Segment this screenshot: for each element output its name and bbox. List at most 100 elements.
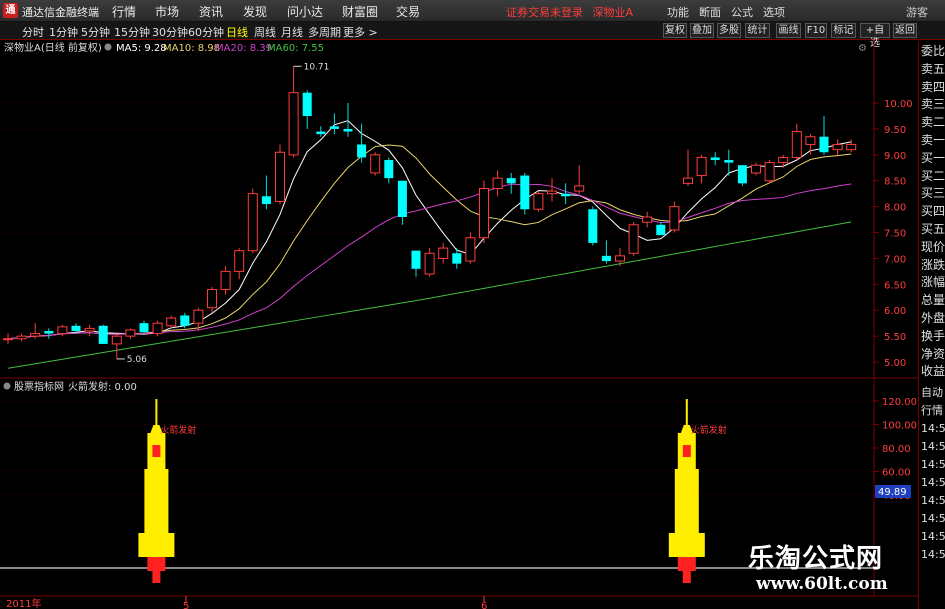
menu-wenxiaoda[interactable]: 问小达 xyxy=(287,3,323,20)
trade-item-5: 14:5 xyxy=(921,476,945,489)
quote-item-0[interactable]: 委比 xyxy=(921,44,945,58)
quote-item-9[interactable]: 买四 xyxy=(921,204,945,218)
period-more[interactable]: 更多 > xyxy=(343,24,378,40)
candle-body xyxy=(710,157,720,161)
menu-jiaoyi[interactable]: 交易 xyxy=(396,3,420,20)
menu-duanmian[interactable]: 断面 xyxy=(699,4,721,20)
stock-tab[interactable]: 深物业A xyxy=(593,6,634,19)
quote-item-5[interactable]: 卖一 xyxy=(921,133,945,147)
candle xyxy=(111,333,122,359)
period-5min[interactable]: 5分钟 xyxy=(81,24,110,40)
period-30min[interactable]: 30分钟 xyxy=(152,24,188,40)
period-1min[interactable]: 1分钟 xyxy=(49,24,78,40)
trade-item-7: 14:5 xyxy=(921,512,945,525)
period-weekly[interactable]: 周线 xyxy=(254,24,276,40)
rocket-lower-body xyxy=(674,495,699,533)
kline-chart-svg[interactable]: 深物业A(日线 前复权) MA5: 9.28 MA10: 8.98 MA20: … xyxy=(0,41,918,609)
menu-caifuquan[interactable]: 财富圈 xyxy=(342,3,378,20)
menu-hangqing[interactable]: 行情 xyxy=(112,3,136,20)
price-tick-label: 6.50 xyxy=(884,280,906,291)
back-button[interactable]: 返回 xyxy=(893,23,917,38)
period-daily[interactable]: 日线 xyxy=(226,24,248,40)
candle xyxy=(805,134,816,155)
period-monthly[interactable]: 月线 xyxy=(281,24,303,40)
rocket-fins xyxy=(138,533,175,557)
rocket-flame xyxy=(152,571,161,583)
quote-item-12[interactable]: 涨跌 xyxy=(921,258,945,272)
period-60min[interactable]: 60分钟 xyxy=(188,24,224,40)
menu-gongneng[interactable]: 功能 xyxy=(667,4,689,20)
trade-item-0[interactable]: 自动 xyxy=(921,386,943,400)
user-label[interactable]: 游客 xyxy=(906,4,928,20)
price-tick-label: 9.50 xyxy=(884,125,906,136)
ma5-label: MA5: 9.28 xyxy=(116,43,167,54)
quote-item-8[interactable]: 买三 xyxy=(921,186,945,200)
rocket-signal: 火箭发射 xyxy=(138,399,196,583)
candle-body xyxy=(615,255,625,262)
quote-item-10[interactable]: 买五 xyxy=(921,222,945,236)
price-tick-label: 10.00 xyxy=(884,99,913,110)
quote-item-4[interactable]: 卖二 xyxy=(921,115,945,129)
indicator-tick-label: 60.00 xyxy=(882,468,911,479)
quote-item-13[interactable]: 涨幅 xyxy=(921,275,945,289)
quote-item-16[interactable]: 换手 xyxy=(921,329,945,343)
candle-body xyxy=(737,165,747,184)
candle-body xyxy=(125,329,136,337)
quote-item-6[interactable]: 买一 xyxy=(921,151,945,165)
candle-body xyxy=(343,128,353,132)
rocket-window xyxy=(682,445,691,457)
period-fenshi[interactable]: 分时 xyxy=(22,24,44,40)
huaxian-button[interactable]: 画线 xyxy=(776,23,801,38)
candle xyxy=(764,160,775,184)
indicator-tick-label: 120.00 xyxy=(882,397,917,408)
candle-body xyxy=(329,126,339,129)
candle-body xyxy=(357,144,367,158)
duogu-button[interactable]: 多股 xyxy=(717,23,741,38)
f10-button[interactable]: F10 xyxy=(805,23,827,38)
candle-body xyxy=(288,92,299,156)
candle-body xyxy=(397,180,407,217)
rocket-signal: 火箭发射 xyxy=(668,399,727,583)
quote-item-3[interactable]: 卖三 xyxy=(921,97,945,111)
candle-body xyxy=(492,177,503,190)
price-tick-label: 9.00 xyxy=(884,151,906,162)
gear-icon[interactable]: ⚙ xyxy=(858,43,867,54)
quote-item-18[interactable]: 收益 xyxy=(921,364,945,378)
tongji-button[interactable]: 统计 xyxy=(745,23,770,38)
chart-area[interactable]: 深物业A(日线 前复权) MA5: 9.28 MA10: 8.98 MA20: … xyxy=(0,41,918,609)
menu-faxian[interactable]: 发现 xyxy=(243,3,267,20)
candle-body xyxy=(384,160,394,179)
candle-body xyxy=(547,190,557,195)
time-label-june: 6 xyxy=(481,601,487,609)
menu-xuanxiang[interactable]: 选项 xyxy=(763,4,785,20)
add-watchlist-button[interactable]: +自选 xyxy=(860,23,890,49)
quote-item-11[interactable]: 现价 xyxy=(921,240,945,254)
candle-body xyxy=(152,322,163,335)
menu-zixun[interactable]: 资讯 xyxy=(199,3,223,20)
trade-item-1[interactable]: 行情 xyxy=(921,404,943,418)
indicator-toggle-icon[interactable] xyxy=(3,382,11,390)
period-multi[interactable]: 多周期 xyxy=(308,24,341,40)
fuquan-button[interactable]: 复权 xyxy=(663,23,687,38)
quote-item-1[interactable]: 卖五 xyxy=(921,62,945,76)
ma-toggle-icon[interactable] xyxy=(104,43,112,51)
candle xyxy=(424,248,435,277)
quote-item-2[interactable]: 卖四 xyxy=(921,80,945,94)
candle-body xyxy=(533,193,544,210)
menu-gongshi[interactable]: 公式 xyxy=(731,4,753,20)
candle-body xyxy=(506,178,516,184)
quote-item-17[interactable]: 净资 xyxy=(921,347,945,361)
rocket-window xyxy=(152,445,161,457)
biaoji-button[interactable]: 标记 xyxy=(831,23,856,38)
candle xyxy=(30,323,41,339)
login-notice[interactable]: 证券交易未登录 深物业A xyxy=(506,4,633,20)
quote-item-14[interactable]: 总量 xyxy=(921,293,945,307)
price-tick-label: 8.50 xyxy=(884,177,906,188)
candle xyxy=(533,191,544,212)
quote-item-7[interactable]: 买二 xyxy=(921,169,945,183)
menu-shichang[interactable]: 市场 xyxy=(155,3,179,20)
ma10-line xyxy=(7,144,852,340)
period-15min[interactable]: 15分钟 xyxy=(114,24,150,40)
diejia-button[interactable]: 叠加 xyxy=(690,23,714,38)
quote-item-15[interactable]: 外盘 xyxy=(921,311,945,325)
